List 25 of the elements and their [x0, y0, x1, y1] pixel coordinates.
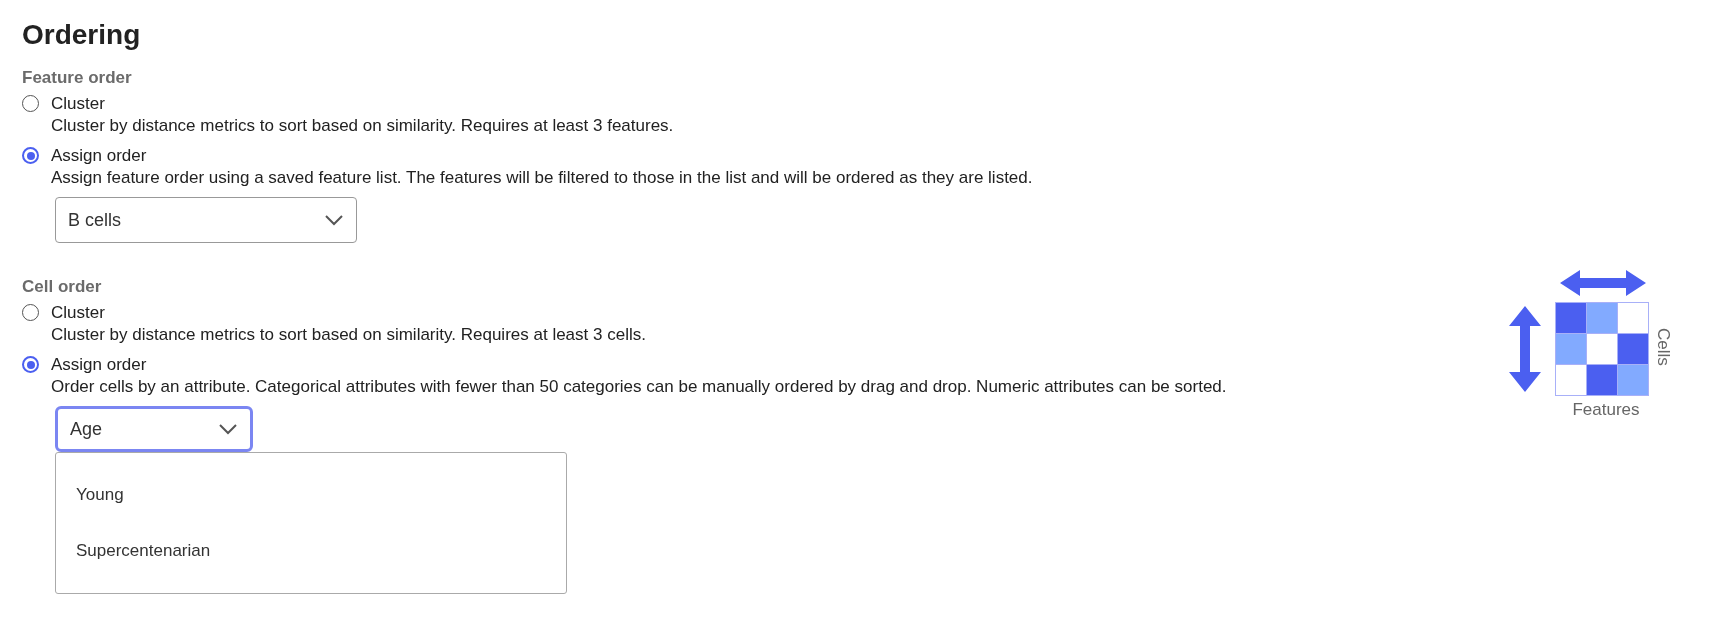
dropdown[interactable]: B cells: [55, 197, 357, 243]
section-label: Feature order: [22, 68, 132, 88]
option-description: Order cells by an attribute. Categorical attributes with fewer than 50 categories can be manually ordered by drag and drop. Numeric attributes can be sorted.: [51, 376, 1227, 398]
option-label: Assign order: [51, 354, 147, 376]
option-description: Cluster by distance metrics to sort based on similarity. Requires at least 3 cells.: [51, 324, 646, 346]
radio-button[interactable]: [22, 147, 39, 164]
section-label: Cell order: [22, 277, 102, 297]
radio-button[interactable]: [22, 356, 39, 373]
horizontal-double-arrow-icon: [1560, 270, 1646, 296]
chevron-down-icon: [324, 214, 344, 226]
option-label: Cluster: [51, 302, 105, 324]
dropdown[interactable]: Age: [55, 406, 253, 452]
axis-label: Features: [1572, 400, 1640, 420]
axis-label: Cells: [1653, 328, 1673, 366]
menu-item[interactable]: Supercentenarian: [56, 523, 566, 579]
page-title: Ordering: [22, 18, 141, 52]
menu-item[interactable]: Young: [56, 467, 566, 523]
option-label: Assign order: [51, 145, 147, 167]
vertical-double-arrow-icon: [1509, 306, 1541, 392]
option-description: Assign feature order using a saved feature list. The features will be filtered to those in the list and will be ordered as they are listed.: [51, 167, 1033, 189]
option-description: Cluster by distance metrics to sort based on similarity. Requires at least 3 features.: [51, 115, 674, 137]
radio-button[interactable]: [22, 304, 39, 321]
radio-button[interactable]: [22, 95, 39, 112]
option-label: Cluster: [51, 93, 105, 115]
chevron-down-icon: [218, 423, 238, 435]
